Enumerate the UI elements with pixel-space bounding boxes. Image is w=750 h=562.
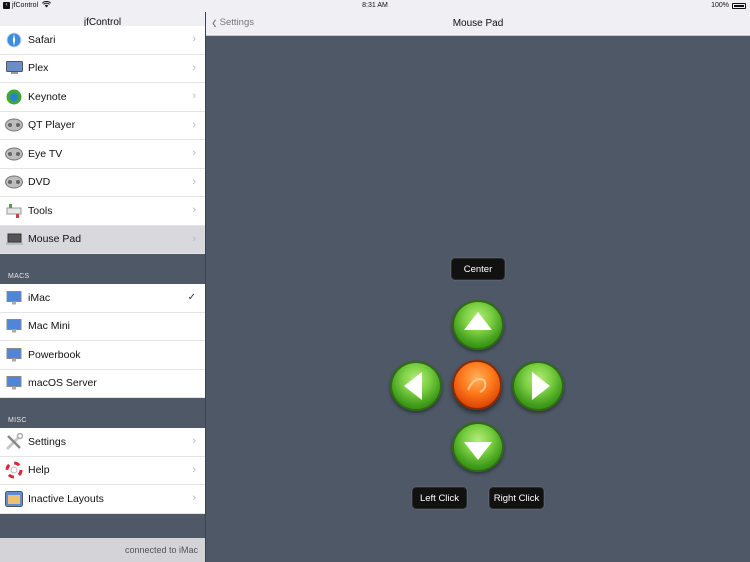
film-reel-icon: [5, 174, 23, 190]
sidebar-item-qt-player[interactable]: QT Player ›: [0, 111, 205, 140]
sidebar-item-powerbook[interactable]: Powerbook: [0, 341, 205, 370]
film-reel-icon: [5, 117, 23, 133]
imac-icon: [5, 347, 23, 363]
chevron-right-icon: ›: [192, 232, 196, 245]
right-click-button[interactable]: Right Click: [489, 487, 544, 509]
layouts-icon: [5, 490, 23, 507]
sidebar: jfControl Safari › Plex › Keynote › QT P…: [0, 12, 206, 562]
sidebar-item-label: Help: [28, 464, 50, 477]
sidebar-item-imac[interactable]: iMac ✓: [0, 284, 205, 313]
laptop-icon: [5, 231, 23, 247]
left-click-button[interactable]: Left Click: [412, 487, 467, 509]
page-title: Mouse Pad: [452, 18, 504, 29]
chevron-right-icon: ›: [192, 463, 196, 476]
imac-icon: [5, 318, 23, 334]
sidebar-item-label: Plex: [28, 62, 49, 75]
lifebuoy-icon: [5, 461, 23, 479]
chevron-right-icon: ›: [192, 204, 196, 216]
up-arrow-button[interactable]: [452, 300, 504, 350]
chevron-right-icon: ›: [192, 118, 196, 131]
wrench-screwdriver-icon: [5, 432, 23, 450]
status-bar: ‹ jfControl 8:31 AM 100%: [0, 0, 750, 12]
sidebar-item-settings[interactable]: Settings ›: [0, 428, 205, 457]
center-click-button[interactable]: [452, 360, 502, 410]
sidebar-item-keynote[interactable]: Keynote ›: [0, 83, 205, 112]
sidebar-item-label: macOS Server: [28, 377, 97, 390]
chevron-right-icon: ›: [192, 435, 196, 447]
chevron-right-icon: ›: [192, 61, 196, 74]
tools-icon: [5, 203, 23, 219]
sidebar-item-label: Inactive Layouts: [28, 492, 104, 505]
checkmark-icon: ✓: [187, 292, 196, 303]
plex-icon: [5, 60, 23, 76]
sidebar-item-eye-tv[interactable]: Eye TV ›: [0, 140, 205, 169]
chevron-right-icon: ›: [192, 33, 196, 45]
battery-percent: 100%: [711, 2, 729, 9]
arrow-up-icon: [464, 312, 492, 330]
imac-icon: [5, 290, 23, 306]
battery-indicator: 100%: [711, 2, 746, 9]
center-button[interactable]: Center: [451, 258, 505, 280]
battery-icon: [732, 2, 746, 9]
swirl-icon: [467, 378, 487, 393]
sidebar-item-label: iMac: [28, 291, 51, 304]
chevron-right-icon: ›: [192, 492, 196, 504]
sidebar-item-plex[interactable]: Plex ›: [0, 54, 205, 83]
mouse-pad-area[interactable]: Center Left Click Right Click: [206, 36, 750, 562]
arrow-left-icon: [404, 372, 422, 400]
left-arrow-button[interactable]: [390, 361, 442, 411]
chevron-right-icon: ›: [192, 90, 196, 102]
sidebar-item-label: Mouse Pad: [28, 233, 82, 246]
misc-list: Settings › Help › Inactive Layouts ›: [0, 428, 205, 514]
right-arrow-button[interactable]: [512, 361, 564, 411]
status-time: 8:31 AM: [362, 2, 388, 9]
sidebar-item-dvd[interactable]: DVD ›: [0, 168, 205, 197]
sidebar-item-label: Mac Mini: [28, 320, 71, 333]
sidebar-item-label: QT Player: [28, 119, 76, 132]
sidebar-item-label: Tools: [28, 204, 53, 217]
sidebar-item-mac-mini[interactable]: Mac Mini: [0, 312, 205, 341]
sidebar-item-mouse-pad[interactable]: Mouse Pad ›: [0, 225, 205, 254]
film-reel-icon: [5, 146, 23, 162]
arrow-right-icon: [532, 372, 550, 400]
connection-status: connected to iMac: [0, 538, 205, 562]
sidebar-item-safari[interactable]: Safari ›: [0, 26, 205, 55]
sidebar-item-label: Safari: [28, 33, 56, 46]
sidebar-item-tools[interactable]: Tools ›: [0, 197, 205, 226]
sidebar-item-inactive-layouts[interactable]: Inactive Layouts ›: [0, 485, 205, 514]
down-arrow-button[interactable]: [452, 422, 504, 472]
chevron-right-icon: ›: [192, 147, 196, 159]
navigation-bar: ‹ Settings Mouse Pad: [206, 12, 750, 36]
keynote-icon: [5, 89, 23, 105]
arrow-down-icon: [464, 442, 492, 460]
sidebar-item-label: Settings: [28, 435, 66, 448]
sidebar-item-label: Eye TV: [28, 147, 63, 160]
section-header-misc: MISC: [0, 398, 205, 428]
imac-icon: [5, 375, 23, 391]
section-header-macs: MACS: [0, 254, 205, 284]
sidebar-item-label: Powerbook: [28, 348, 81, 361]
sidebar-item-help[interactable]: Help ›: [0, 456, 205, 485]
safari-icon: [5, 32, 23, 48]
chevron-right-icon: ›: [192, 175, 196, 188]
sidebar-item-label: Keynote: [28, 90, 67, 103]
apps-list: Safari › Plex › Keynote › QT Player › Ey…: [0, 26, 205, 254]
sidebar-item-label: DVD: [28, 176, 51, 189]
macs-list: iMac ✓ Mac Mini Powerbook macOS Server: [0, 284, 205, 398]
sidebar-item-macos-server[interactable]: macOS Server: [0, 369, 205, 398]
